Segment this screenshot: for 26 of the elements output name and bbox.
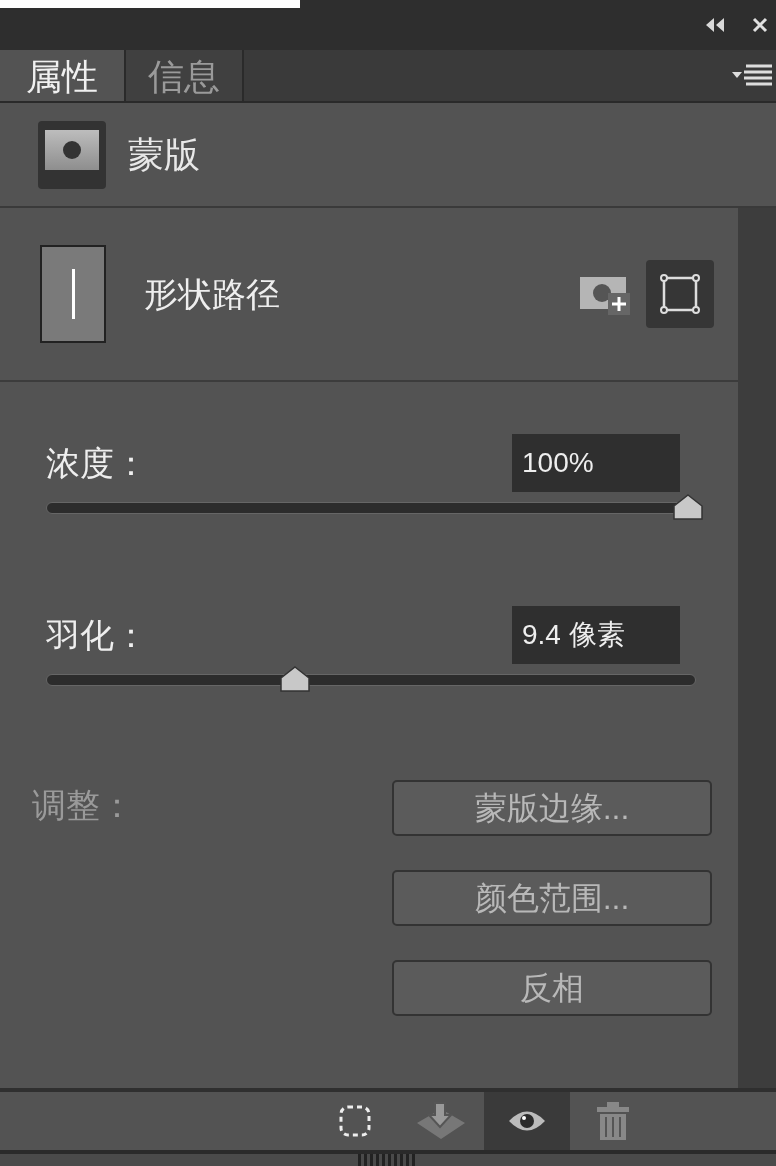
adjust-label: 调整： — [32, 785, 135, 826]
panel-heading: 蒙版 — [128, 132, 200, 177]
slider-label: 浓度： — [46, 442, 148, 484]
shape-label: 形状路径 — [144, 273, 280, 315]
selection-icon — [338, 1104, 372, 1138]
value-field[interactable]: 100% — [512, 434, 680, 492]
trash-icon — [595, 1101, 631, 1141]
adjust-button[interactable]: 蒙版边缘... — [392, 780, 712, 836]
vector-mask-icon — [658, 272, 702, 316]
resize-grip[interactable] — [358, 1154, 418, 1166]
collapse-icon[interactable] — [704, 17, 726, 33]
adjust-button[interactable]: 颜色范围... — [392, 870, 712, 926]
menu-icon[interactable] — [730, 62, 772, 89]
eye-button[interactable] — [484, 1092, 570, 1150]
slider-thumb[interactable] — [278, 666, 311, 692]
adjust-button[interactable]: 反相 — [392, 960, 712, 1016]
close-icon[interactable] — [752, 17, 768, 33]
panel-tab[interactable]: 信息 — [126, 50, 244, 101]
slider-thumb[interactable] — [672, 494, 704, 520]
panel-tab[interactable]: 属性 — [0, 50, 126, 101]
mask-icon — [38, 120, 106, 189]
scrollbar-track[interactable] — [738, 208, 776, 1088]
value-field[interactable]: 9.4 像素 — [512, 606, 680, 664]
vector-mask-button[interactable] — [646, 260, 714, 328]
slider-label: 羽化： — [46, 614, 148, 656]
apply-mask-icon — [415, 1101, 467, 1141]
